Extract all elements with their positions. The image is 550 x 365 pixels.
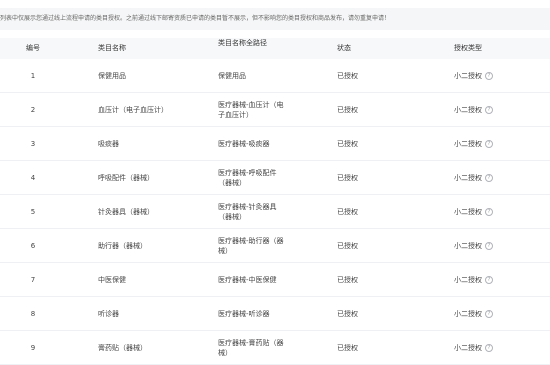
table-row: 7 中医保健 医疗器械-中医保健 已授权 小二授权?: [0, 263, 550, 297]
cell-path: 医疗器械-呼吸配件（器械）: [218, 168, 277, 187]
auth-type-label: 小二授权: [454, 241, 482, 250]
help-icon[interactable]: ?: [485, 173, 493, 182]
table-row: 4 呼吸配件（器械） 医疗器械-呼吸配件（器械） 已授权 小二授权?: [0, 161, 550, 195]
cell-type: 小二授权?: [454, 229, 514, 262]
auth-type-label: 小二授权: [454, 139, 482, 148]
cell-status: 已授权: [337, 309, 358, 318]
cell-status: 已授权: [337, 139, 358, 148]
header-name: 类目名称: [98, 44, 126, 52]
help-icon[interactable]: ?: [485, 139, 493, 148]
cell-path: 医疗器械-中医保健: [218, 275, 277, 284]
table-row: 3 吸痰器 医疗器械-吸痰器 已授权 小二授权?: [0, 127, 550, 161]
cell-type: 小二授权?: [454, 161, 514, 194]
table-header: 编号 类目名称 类目名称全路径 状态 授权类型: [0, 38, 550, 59]
cell-type: 小二授权?: [454, 263, 514, 296]
table-row: 2 血压计（电子血压计） 医疗器械-血压计（电子血压计） 已授权 小二授权?: [0, 93, 550, 127]
help-icon[interactable]: ?: [485, 105, 493, 114]
table-row: 1 保健用品 保健用品 已授权 小二授权?: [0, 59, 550, 93]
header-type: 授权类型: [454, 44, 482, 52]
help-icon[interactable]: ?: [485, 275, 493, 284]
cell-type: 小二授权?: [454, 331, 514, 364]
auth-type-label: 小二授权: [454, 275, 482, 284]
cell-no: 4: [30, 173, 36, 182]
auth-type-label: 小二授权: [454, 173, 482, 182]
cell-no: 3: [30, 139, 36, 148]
table-row: 5 针灸器具（器械） 医疗器械-针灸器具（器械） 已授权 小二授权?: [0, 195, 550, 229]
auth-type-label: 小二授权: [454, 309, 482, 318]
cell-path: 医疗器械-针灸器具（器械）: [218, 202, 277, 221]
table-row: 9 膏药贴（器械） 医疗器械-膏药贴（器械） 已授权 小二授权?: [0, 331, 550, 365]
header-status: 状态: [337, 44, 351, 52]
cell-type: 小二授权?: [454, 59, 514, 92]
cell-name: 中医保健: [98, 275, 126, 284]
cell-no: 8: [30, 309, 36, 318]
cell-name: 针灸器具（器械）: [98, 207, 154, 216]
cell-status: 已授权: [337, 207, 358, 216]
cell-status: 已授权: [337, 173, 358, 182]
cell-path: 保健用品: [218, 71, 246, 80]
cell-no: 2: [30, 105, 36, 114]
cell-name: 呼吸配件（器械）: [98, 173, 154, 182]
help-icon[interactable]: ?: [485, 207, 493, 216]
cell-no: 1: [30, 71, 36, 80]
auth-type-label: 小二授权: [454, 71, 482, 80]
cell-path: 医疗器械-听诊器: [218, 309, 270, 318]
auth-type-label: 小二授权: [454, 105, 482, 114]
notice-bar: 列表中仅展示您通过线上流程申请的类目授权。之前通过线下邮寄资质已申请的类目暂不展…: [0, 8, 550, 30]
category-auth-table: 编号 类目名称 类目名称全路径 状态 授权类型 1 保健用品 保健用品 已授权 …: [0, 38, 550, 365]
cell-path: 医疗器械-吸痰器: [218, 139, 270, 148]
cell-path: 医疗器械-膏药贴（器械）: [218, 338, 284, 357]
cell-status: 已授权: [337, 105, 358, 114]
cell-type: 小二授权?: [454, 297, 514, 330]
cell-no: 5: [30, 207, 36, 216]
header-path: 类目名称全路径: [218, 39, 267, 47]
cell-status: 已授权: [337, 275, 358, 284]
cell-status: 已授权: [337, 241, 358, 250]
table-row: 8 听诊器 医疗器械-听诊器 已授权 小二授权?: [0, 297, 550, 331]
auth-type-label: 小二授权: [454, 207, 482, 216]
help-icon[interactable]: ?: [485, 343, 493, 352]
cell-name: 助行器（器械）: [98, 241, 147, 250]
cell-no: 9: [30, 343, 36, 352]
cell-type: 小二授权?: [454, 127, 514, 160]
cell-no: 7: [30, 275, 36, 284]
cell-name: 听诊器: [98, 309, 119, 318]
cell-status: 已授权: [337, 343, 358, 352]
help-icon[interactable]: ?: [485, 241, 493, 250]
table-row: 6 助行器（器械） 医疗器械-助行器（器械） 已授权 小二授权?: [0, 229, 550, 263]
cell-path: 医疗器械-血压计（电子血压计）: [218, 100, 284, 119]
cell-no: 6: [30, 241, 36, 250]
cell-status: 已授权: [337, 71, 358, 80]
header-no: 编号: [26, 44, 40, 52]
cell-name: 膏药贴（器械）: [98, 343, 147, 352]
cell-name: 吸痰器: [98, 139, 119, 148]
cell-path: 医疗器械-助行器（器械）: [218, 236, 284, 255]
auth-type-label: 小二授权: [454, 343, 482, 352]
notice-text: 列表中仅展示您通过线上流程申请的类目授权。之前通过线下邮寄资质已申请的类目暂不展…: [0, 15, 391, 22]
cell-type: 小二授权?: [454, 93, 514, 126]
cell-name: 保健用品: [98, 71, 126, 80]
cell-type: 小二授权?: [454, 195, 514, 228]
help-icon[interactable]: ?: [485, 309, 493, 318]
help-icon[interactable]: ?: [485, 71, 493, 80]
cell-name: 血压计（电子血压计）: [98, 105, 168, 114]
